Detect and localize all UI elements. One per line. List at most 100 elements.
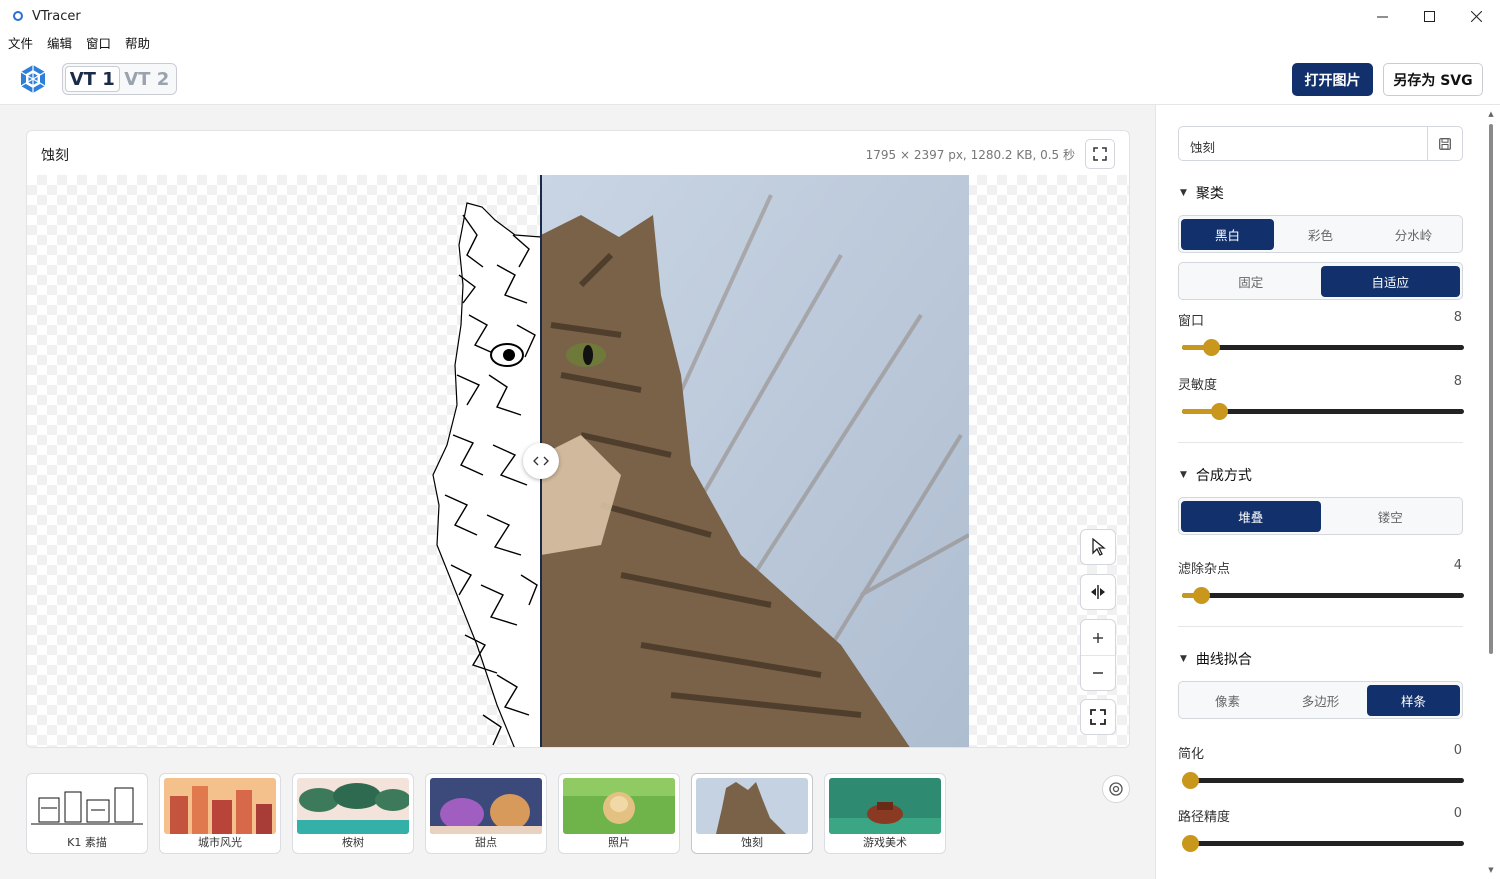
filter-speckle-label: 滤除杂点 — [1178, 562, 1231, 577]
menu-edit[interactable]: 编辑 — [47, 33, 72, 52]
window-label: 窗口 — [1178, 314, 1205, 329]
scroll-down-icon[interactable]: ▼ — [1487, 866, 1495, 874]
section-curve-fitting[interactable]: ▼ 曲线拟合 — [1180, 649, 1252, 669]
sample-image — [563, 778, 675, 834]
minimize-button[interactable] — [1359, 0, 1406, 32]
compare-tool-button[interactable] — [1080, 574, 1116, 610]
zoom-controls — [1080, 619, 1116, 691]
option-fixed[interactable]: 固定 — [1181, 266, 1321, 297]
option-bw[interactable]: 黑白 — [1181, 218, 1274, 250]
sample-label: 蚀刻 — [741, 836, 763, 849]
pointer-tool-button[interactable] — [1080, 529, 1116, 565]
preset-name: 蚀刻 — [1190, 140, 1216, 155]
sample-thumb[interactable]: 城市风光 — [159, 773, 281, 854]
scroll-thumb[interactable] — [1489, 124, 1493, 654]
slider-knob[interactable] — [1192, 587, 1210, 604]
path-precision-value: 0 — [1453, 806, 1462, 821]
close-button[interactable] — [1453, 0, 1500, 32]
window-value: 8 — [1453, 310, 1462, 325]
sample-thumb[interactable]: 照片 — [558, 773, 680, 854]
zoom-in-button[interactable] — [1081, 620, 1115, 655]
compare-handle[interactable] — [523, 443, 559, 479]
window-slider[interactable] — [1182, 339, 1464, 356]
original-image[interactable] — [541, 175, 969, 748]
slider-knob[interactable] — [1203, 339, 1221, 356]
option-polygon[interactable]: 多边形 — [1274, 685, 1367, 716]
preview-title: 蚀刻 — [41, 148, 69, 164]
sample-image — [31, 778, 143, 834]
title-bar: VTracer — [0, 0, 1500, 32]
open-image-button[interactable]: 打开图片 — [1292, 63, 1373, 96]
toolbar: VT 1 VT 2 打开图片 另存为 SVG — [0, 52, 1500, 105]
menu-help[interactable]: 帮助 — [125, 33, 150, 52]
menu-window[interactable]: 窗口 — [86, 33, 111, 52]
option-pixel[interactable]: 像素 — [1181, 685, 1274, 716]
minus-icon — [1093, 672, 1103, 674]
settings-panel: 蚀刻 ▼ 聚类 黑白 彩色 分水岭 固定 自适应 窗口 8 灵敏度 8 ▼ 合成… — [1155, 105, 1500, 879]
filter-speckle-slider[interactable] — [1182, 587, 1464, 604]
fullscreen-button[interactable] — [1085, 139, 1115, 169]
preset-field[interactable]: 蚀刻 — [1178, 126, 1463, 161]
split-compare-icon — [1091, 585, 1105, 599]
fullscreen-icon — [1093, 147, 1107, 161]
filter-speckle-value: 4 — [1453, 558, 1462, 573]
sample-label: 照片 — [608, 836, 630, 849]
slider-knob[interactable] — [1182, 772, 1199, 789]
menu-file[interactable]: 文件 — [8, 33, 33, 52]
option-adaptive[interactable]: 自适应 — [1320, 265, 1460, 297]
slider-knob[interactable] — [1182, 835, 1199, 852]
sample-label: 游戏美术 — [863, 836, 907, 849]
save-preset-button[interactable] — [1427, 127, 1462, 160]
floppy-save-icon — [1439, 137, 1451, 150]
fit-view-button[interactable] — [1080, 699, 1116, 735]
fit-screen-icon — [1090, 709, 1106, 725]
zoom-out-button[interactable] — [1081, 655, 1115, 690]
section-title: 聚类 — [1195, 186, 1224, 202]
app-icon — [13, 11, 23, 21]
sample-thumb[interactable]: 甜点 — [425, 773, 547, 854]
path-precision-label: 路径精度 — [1178, 810, 1231, 825]
preview-card: 蚀刻 1795 × 2397 px, 1280.2 KB, 0.5 秒 — [26, 130, 1130, 748]
option-watershed[interactable]: 分水岭 — [1367, 219, 1460, 250]
minimize-icon — [1377, 16, 1388, 17]
locate-button[interactable] — [1102, 775, 1130, 803]
compose-mode-selector: 堆叠 镂空 — [1178, 497, 1463, 535]
section-compose[interactable]: ▼ 合成方式 — [1180, 465, 1252, 485]
simplify-slider[interactable] — [1182, 772, 1464, 789]
window-title: VTracer — [32, 8, 81, 24]
vt1-tab[interactable]: VT 1 — [65, 66, 120, 92]
section-divider — [1178, 626, 1463, 627]
vt2-tab[interactable]: VT 2 — [120, 66, 174, 92]
maximize-button[interactable] — [1406, 0, 1453, 32]
sample-image — [164, 778, 276, 834]
plus-icon — [1093, 632, 1103, 643]
panel-scrollbar[interactable]: ▲ ▼ — [1487, 110, 1495, 874]
chevron-left-right-icon — [533, 456, 549, 466]
sample-image — [297, 778, 409, 834]
collapse-triangle-icon: ▼ — [1180, 470, 1187, 480]
window-controls — [1359, 0, 1500, 32]
section-title: 曲线拟合 — [1195, 652, 1252, 668]
version-switch: VT 1 VT 2 — [62, 63, 177, 95]
path-precision-slider[interactable] — [1182, 835, 1464, 852]
slider-knob[interactable] — [1211, 403, 1229, 420]
vector-preview[interactable] — [397, 175, 541, 748]
sample-thumb[interactable]: 桉树 — [292, 773, 414, 854]
sample-thumb[interactable]: 蚀刻 — [691, 773, 813, 854]
option-spline[interactable]: 样条 — [1367, 684, 1460, 716]
scroll-up-icon[interactable]: ▲ — [1487, 110, 1495, 118]
sample-thumb[interactable]: K1 素描 — [26, 773, 148, 854]
option-cutout[interactable]: 镂空 — [1321, 501, 1461, 532]
save-svg-button[interactable]: 另存为 SVG — [1383, 63, 1483, 96]
option-stacked[interactable]: 堆叠 — [1181, 500, 1321, 532]
maximize-icon — [1424, 10, 1435, 22]
sensitivity-label: 灵敏度 — [1178, 378, 1218, 393]
sample-label: 城市风光 — [198, 836, 242, 849]
section-clustering[interactable]: ▼ 聚类 — [1180, 183, 1224, 203]
sample-label: 甜点 — [475, 836, 497, 849]
sensitivity-slider[interactable] — [1182, 403, 1464, 420]
section-title: 合成方式 — [1195, 468, 1252, 484]
option-color[interactable]: 彩色 — [1274, 219, 1367, 250]
sample-thumb[interactable]: 游戏美术 — [824, 773, 946, 854]
sample-image — [829, 778, 941, 834]
